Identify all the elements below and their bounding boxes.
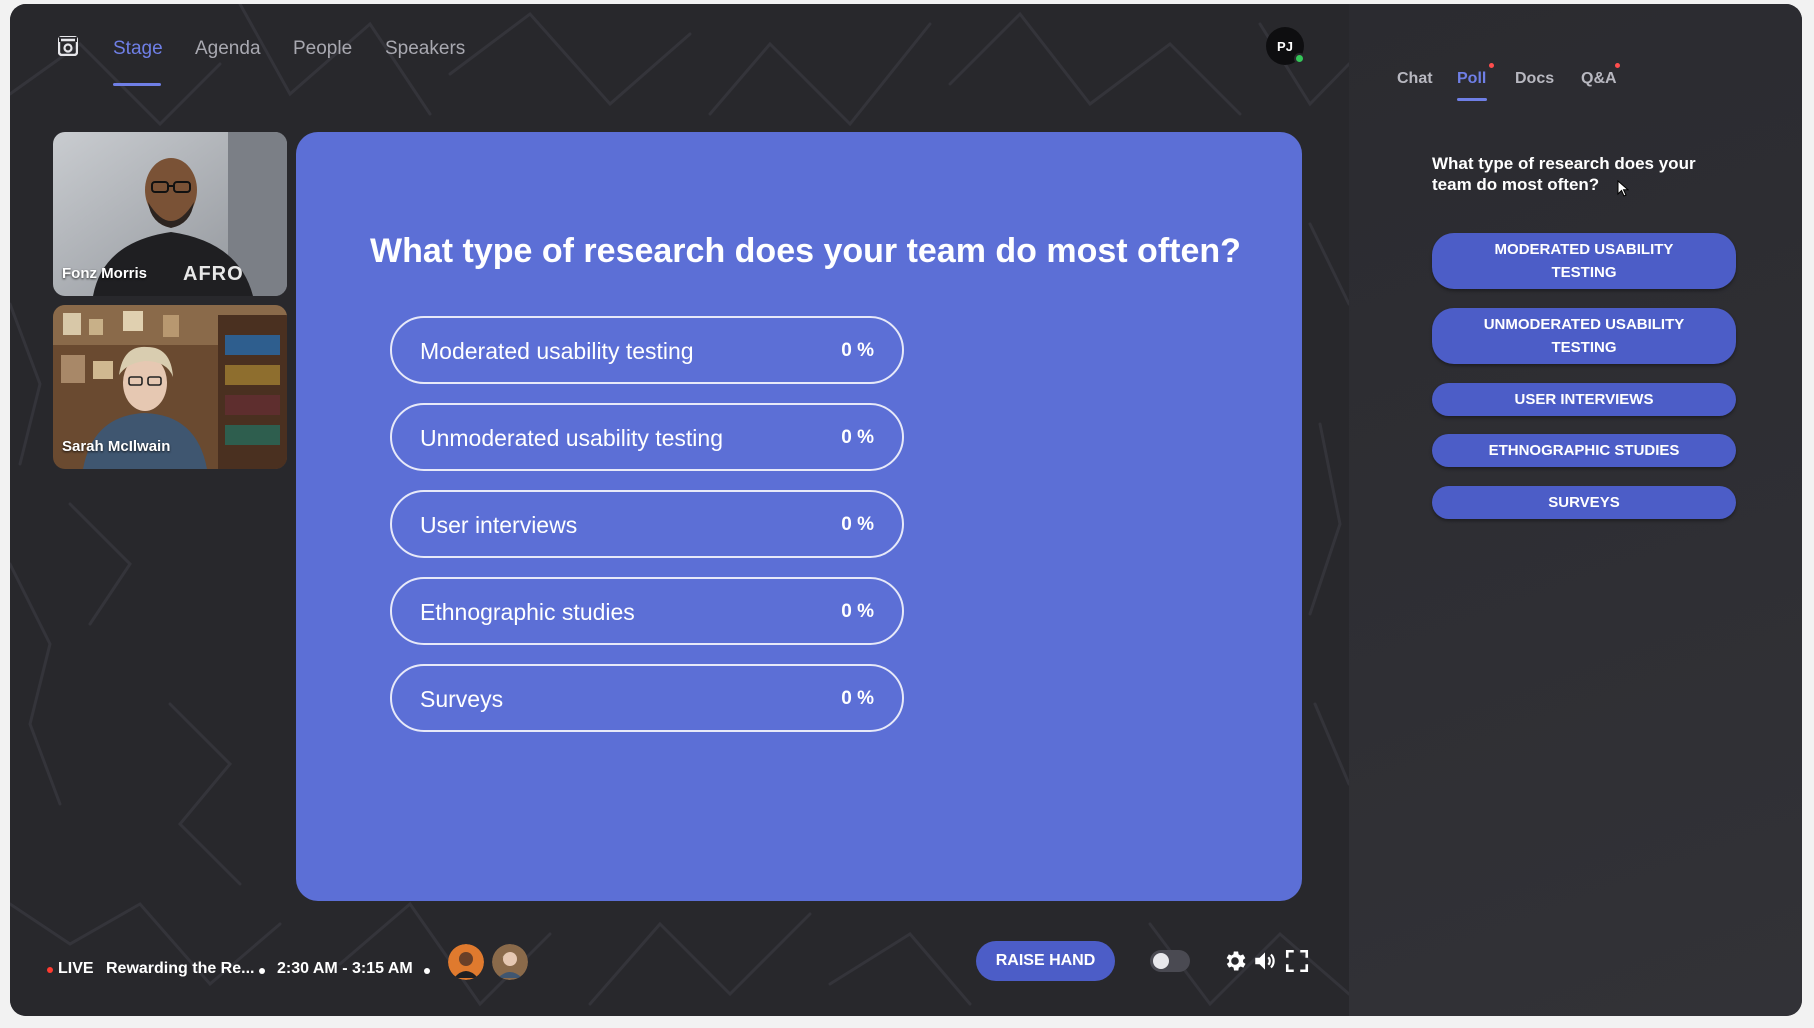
slide-option: Moderated usability testing 0 % [390,316,904,384]
slide-question: What type of research does your team do … [370,232,1241,270]
stage-area: Stage Agenda People Speakers PJ Fonz Mor… [10,4,1349,1016]
slide-option: Ethnographic studies 0 % [390,577,904,645]
slide-option-label: User interviews [420,512,578,538]
speaker-avatar[interactable] [448,944,484,980]
slide-option-percent: 0 % [841,340,874,361]
active-tab-indicator [113,83,161,86]
slide-option-label: Surveys [420,686,504,712]
separator-dot [259,968,265,974]
fullscreen-icon[interactable] [1284,948,1310,974]
video-tile-speaker-2[interactable]: Sarah McIlwain [53,305,287,469]
session-time: 2:30 AM - 3:15 AM [277,960,413,977]
tab-agenda[interactable]: Agenda [195,38,261,60]
volume-icon[interactable] [1252,948,1278,974]
tab-speakers[interactable]: Speakers [385,38,465,60]
raise-hand-button[interactable]: RAISE HAND [976,941,1115,981]
poll-option-button[interactable]: USER INTERVIEWS [1432,383,1736,416]
online-status-indicator [1294,53,1305,64]
tab-people[interactable]: People [293,38,352,60]
settings-icon[interactable] [1222,948,1248,974]
tab-chat[interactable]: Chat [1397,70,1433,88]
poll-slide: What type of research does your team do … [296,132,1302,901]
active-tab-indicator [1457,98,1487,101]
speaker-name-label: Fonz Morris [62,265,147,282]
slide-option-percent: 0 % [841,514,874,535]
slide-option-percent: 0 % [841,601,874,622]
mouse-cursor-icon [1617,180,1629,197]
session-title: Rewarding the Re... [106,960,255,977]
slide-option: Unmoderated usability testing 0 % [390,403,904,471]
poll-option-button[interactable]: MODERATED USABILITY TESTING [1432,233,1736,289]
slide-option-percent: 0 % [841,688,874,709]
poll-notification-dot [1489,63,1494,68]
live-label: LIVE [58,960,94,977]
speaker-name-label: Sarah McIlwain [62,438,171,455]
slide-option: Surveys 0 % [390,664,904,732]
logo-icon[interactable] [58,36,78,56]
toggle-knob [1153,953,1169,969]
bottom-bar: LIVE Rewarding the Re... 2:30 AM - 3:15 … [10,941,1349,1004]
slide-option-percent: 0 % [841,427,874,448]
poll-option-button[interactable]: ETHNOGRAPHIC STUDIES [1432,434,1736,467]
side-panel: Chat Poll Docs Q&A What type of research… [1349,4,1802,1016]
tab-poll[interactable]: Poll [1457,70,1486,88]
app-window: Stage Agenda People Speakers PJ Fonz Mor… [10,4,1802,1016]
poll-option-button[interactable]: SURVEYS [1432,486,1736,519]
toggle-switch[interactable] [1150,950,1190,972]
tab-docs[interactable]: Docs [1515,70,1554,88]
qa-notification-dot [1615,63,1620,68]
separator-dot [424,968,430,974]
poll-option-button[interactable]: UNMODERATED USABILITY TESTING [1432,308,1736,364]
slide-option-label: Ethnographic studies [420,599,635,625]
slide-option-label: Moderated usability testing [420,338,694,364]
tab-stage[interactable]: Stage [113,38,163,60]
slide-option: User interviews 0 % [390,490,904,558]
live-indicator-dot [47,967,53,973]
shirt-print: AFRO [183,263,244,285]
speaker-avatar[interactable] [492,944,528,980]
video-tile-speaker-1[interactable]: Fonz Morris AFRO [53,132,287,296]
tab-qa[interactable]: Q&A [1581,70,1617,88]
slide-option-label: Unmoderated usability testing [420,425,723,451]
poll-question: What type of research does your team do … [1432,154,1696,194]
